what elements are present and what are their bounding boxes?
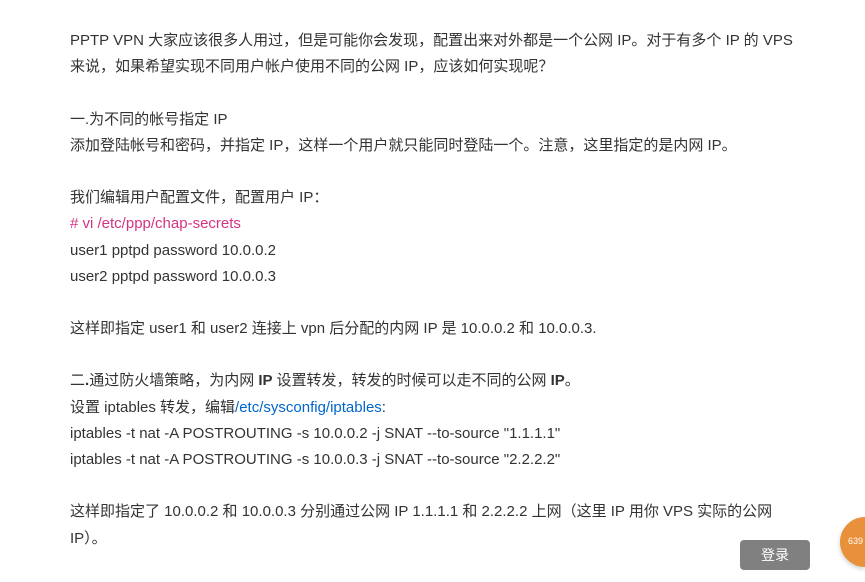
section-2-prefix: 二: [70, 372, 85, 389]
config-block: 我们编辑用户配置文件，配置用户 IP： # vi /etc/ppp/chap-s…: [70, 185, 795, 290]
floating-badge[interactable]: 639: [840, 517, 865, 567]
login-label: 登录: [761, 545, 789, 565]
section-2-text1: 通过防火墙策略，为内网: [89, 372, 258, 389]
iptables-edit-line: 设置 iptables 转发，编辑/etc/sysconfig/iptables…: [70, 395, 795, 421]
section-1: 一.为不同的帐号指定 IP 添加登陆帐号和密码，并指定 IP，这样一个用户就只能…: [70, 107, 795, 160]
iptables-colon: :: [382, 399, 386, 416]
vi-command: # vi /etc/ppp/chap-secrets: [70, 211, 795, 237]
section-2: 二.通过防火墙策略，为内网 IP 设置转发，转发的时候可以走不同的公网 IP。 …: [70, 368, 795, 473]
intro-text: PPTP VPN 大家应该很多人用过，但是可能你会发现，配置出来对外都是一个公网…: [70, 32, 793, 75]
section-1-title: 一.为不同的帐号指定 IP: [70, 107, 795, 133]
iptables-edit-prefix: 设置 iptables 转发，编辑: [70, 399, 235, 416]
result-2: 这样即指定了 10.0.0.2 和 10.0.0.3 分别通过公网 IP 1.1…: [70, 499, 795, 552]
intro-paragraph: PPTP VPN 大家应该很多人用过，但是可能你会发现，配置出来对外都是一个公网…: [70, 28, 795, 81]
iptables-rule-1: iptables -t nat -A POSTROUTING -s 10.0.0…: [70, 421, 795, 447]
section-2-ip: IP: [258, 372, 276, 389]
edit-instruction: 我们编辑用户配置文件，配置用户 IP：: [70, 185, 795, 211]
section-1-desc: 添加登陆帐号和密码，并指定 IP，这样一个用户就只能同时登陆一个。注意，这里指定…: [70, 133, 795, 159]
result-1: 这样即指定 user1 和 user2 连接上 vpn 后分配的内网 IP 是 …: [70, 316, 795, 342]
user2-config: user2 pptpd password 10.0.0.3: [70, 264, 795, 290]
user1-config: user1 pptpd password 10.0.0.2: [70, 238, 795, 264]
result-2-text: 这样即指定了 10.0.0.2 和 10.0.0.3 分别通过公网 IP 1.1…: [70, 503, 772, 546]
section-2-title: 二.通过防火墙策略，为内网 IP 设置转发，转发的时候可以走不同的公网 IP。: [70, 368, 795, 394]
iptables-rule-2: iptables -t nat -A POSTROUTING -s 10.0.0…: [70, 447, 795, 473]
section-2-text2: 设置转发，转发的时候可以走不同的公网: [276, 372, 550, 389]
article-content: PPTP VPN 大家应该很多人用过，但是可能你会发现，配置出来对外都是一个公网…: [70, 28, 795, 552]
iptables-path-link[interactable]: /etc/sysconfig/iptables: [235, 399, 382, 416]
section-2-ip2: IP: [551, 372, 565, 389]
badge-text: 639: [848, 534, 863, 550]
login-button[interactable]: 登录: [740, 540, 810, 570]
result-1-text: 这样即指定 user1 和 user2 连接上 vpn 后分配的内网 IP 是 …: [70, 320, 597, 337]
section-2-end: 。: [565, 372, 580, 389]
